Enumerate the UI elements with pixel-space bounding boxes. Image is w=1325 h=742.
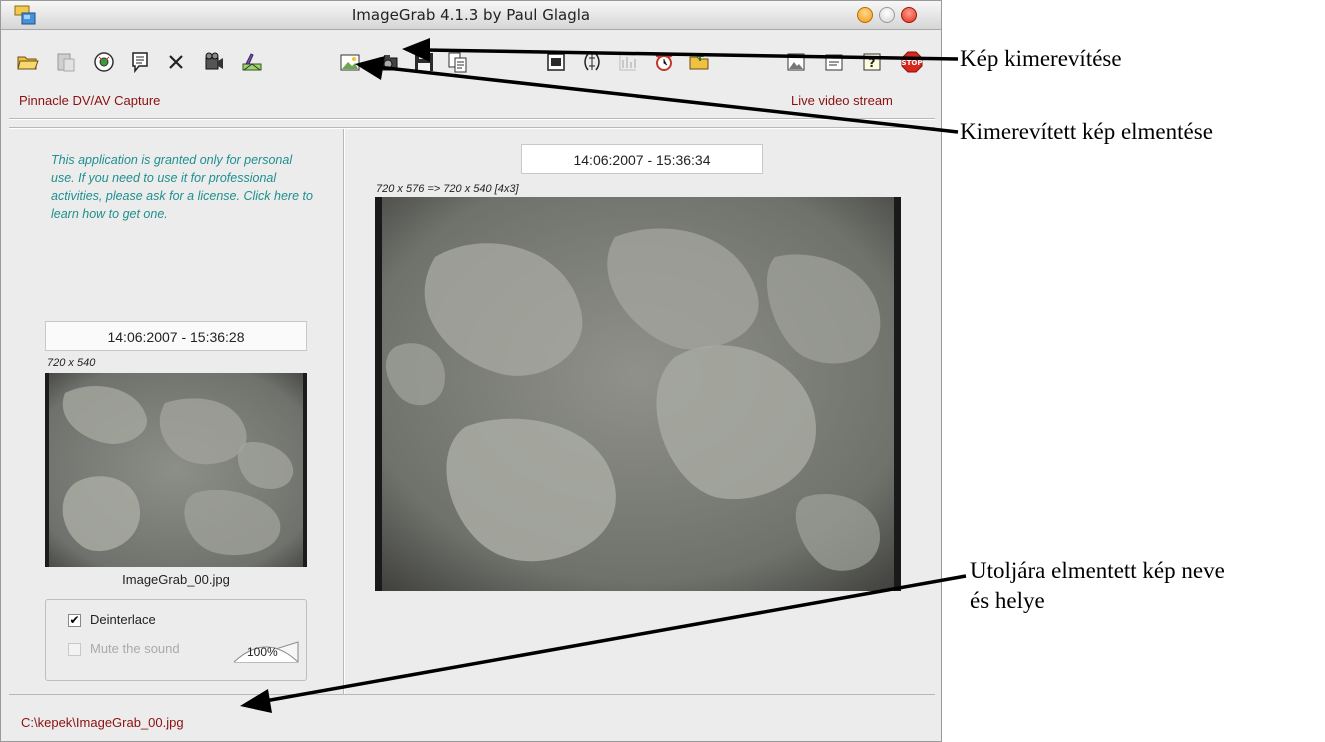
mute-checkbox [68, 643, 81, 656]
help-icon[interactable]: ? [859, 49, 885, 75]
svg-text:?: ? [869, 56, 876, 70]
alarm-clock-icon[interactable] [651, 49, 677, 75]
snapshot-resolution: 720 x 540 [47, 357, 96, 369]
chart-icon [615, 49, 641, 75]
live-resolution: 720 x 576 => 720 x 540 [4x3] [376, 183, 519, 195]
live-video-view[interactable] [375, 197, 901, 591]
app-window: ImageGrab 4.1.3 by Paul Glagla ? STOP Pi… [0, 0, 942, 742]
svg-text:STOP: STOP [902, 59, 923, 67]
display-icon[interactable] [543, 49, 569, 75]
delete-icon[interactable] [163, 49, 189, 75]
deinterlace-label: Deinterlace [90, 612, 156, 627]
last-saved-path: C:\kepek\ImageGrab_00.jpg [21, 715, 184, 730]
snapshot-camera-icon[interactable] [375, 49, 401, 75]
status-bar: C:\kepek\ImageGrab_00.jpg [9, 694, 935, 739]
options-group: ✔ Deinterlace Mute the sound 100% [45, 599, 307, 681]
annotation-last-saved-line2: és helye [970, 588, 1045, 613]
device-name: Pinnacle DV/AV Capture [19, 93, 161, 108]
open-folder-icon[interactable] [15, 49, 41, 75]
close-button[interactable] [901, 7, 917, 23]
copy-icon[interactable] [445, 49, 471, 75]
freeze-frame-icon[interactable] [337, 49, 363, 75]
image-view-icon[interactable] [783, 49, 809, 75]
zoom-button[interactable] [879, 7, 895, 23]
divider [9, 118, 935, 120]
paste-icon [53, 49, 79, 75]
annotation-save: Kimerevített kép elmentése [960, 119, 1213, 144]
deinterlace-checkbox[interactable]: ✔ [68, 614, 81, 627]
stream-label: Live video stream [791, 93, 893, 108]
comment-icon[interactable] [127, 49, 153, 75]
volume-value: 100% [247, 645, 278, 659]
live-timestamp: 14:06:2007 - 15:36:34 [521, 144, 763, 174]
save-disk-icon[interactable] [411, 49, 437, 75]
annotation-last-saved-line1: Utoljára elmentett kép neve [970, 558, 1225, 583]
snapshot-filename: ImageGrab_00.jpg [122, 572, 230, 587]
minimize-button[interactable] [857, 7, 873, 23]
toolbar: ? STOP [1, 41, 941, 81]
adjust-icon[interactable] [579, 49, 605, 75]
window-title: ImageGrab 4.1.3 by Paul Glagla [351, 6, 591, 24]
image-settings-icon[interactable] [239, 49, 265, 75]
camera-source-icon[interactable] [91, 49, 117, 75]
annotation-last-saved: Utoljára elmentett kép neve és helye [970, 556, 1320, 616]
snapshot-timestamp: 14:06:2007 - 15:36:28 [45, 321, 307, 351]
mute-label: Mute the sound [90, 641, 180, 656]
snapshot-preview[interactable] [45, 373, 307, 567]
video-capture-icon[interactable] [201, 49, 227, 75]
properties-icon[interactable] [821, 49, 847, 75]
panel-divider [343, 129, 345, 694]
title-bar[interactable]: ImageGrab 4.1.3 by Paul Glagla [1, 1, 941, 30]
annotation-freeze: Kép kimerevítése [960, 46, 1122, 71]
divider [9, 127, 935, 129]
license-notice-link[interactable]: This application is granted only for per… [51, 151, 319, 223]
folder-open-icon[interactable] [687, 49, 713, 75]
stop-icon[interactable]: STOP [899, 49, 925, 75]
